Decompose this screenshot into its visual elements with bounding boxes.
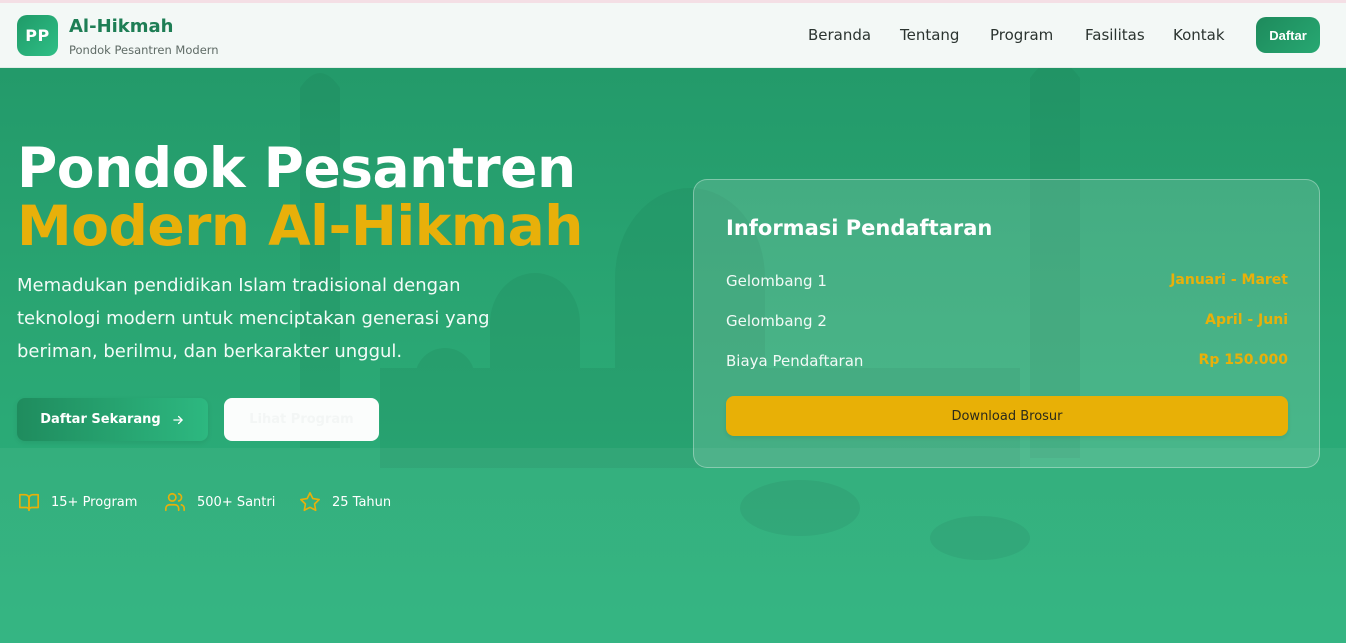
row-label: Biaya Pendaftaran <box>726 352 864 370</box>
row-label: Gelombang 1 <box>726 272 827 290</box>
users-icon <box>165 492 185 512</box>
view-program-button[interactable]: Lihat Program <box>224 398 379 441</box>
register-now-button[interactable]: Daftar Sekarang <box>17 398 208 441</box>
book-icon <box>19 493 39 512</box>
stat-students: 500+ Santri <box>163 491 275 513</box>
navbar: PP Al-Hikmah Pondok Pesantren Modern Ber… <box>0 3 1346 68</box>
stat-years-label: 25 Tahun <box>332 494 392 510</box>
arrow-right-icon <box>173 415 183 424</box>
registration-row-wave1: Gelombang 1 Januari - Maret <box>726 272 1288 294</box>
brand-name[interactable]: Al-Hikmah <box>69 16 174 37</box>
stat-years: 25 Tahun <box>298 491 391 513</box>
stat-programs: 15+ Program <box>17 491 137 513</box>
row-value: Januari - Maret <box>1170 272 1288 288</box>
register-now-label: Daftar Sekarang <box>40 412 161 427</box>
register-nav-button[interactable]: Daftar <box>1256 17 1320 53</box>
stat-programs-label: 15+ Program <box>51 494 138 510</box>
stat-students-label: 500+ Santri <box>197 494 276 510</box>
logo-badge[interactable]: PP <box>17 15 58 56</box>
hero-title-line1: Pondok Pesantren <box>17 136 576 200</box>
registration-row-wave2: Gelombang 2 April - Juni <box>726 312 1288 334</box>
registration-info-title: Informasi Pendaftaran <box>726 216 993 240</box>
hero-title-line2: Modern Al-Hikmah <box>17 194 583 258</box>
nav-link-fasilitas[interactable]: Fasilitas <box>1085 26 1145 44</box>
nav-link-tentang[interactable]: Tentang <box>900 26 959 44</box>
nav-link-beranda[interactable]: Beranda <box>808 26 871 44</box>
download-brochure-button[interactable]: Download Brosur <box>726 396 1288 436</box>
nav-link-program[interactable]: Program <box>990 26 1053 44</box>
row-label: Gelombang 2 <box>726 312 827 330</box>
registration-info-card: Informasi Pendaftaran Gelombang 1 Januar… <box>693 179 1320 468</box>
nav-link-kontak[interactable]: Kontak <box>1173 26 1225 44</box>
brand-tagline: Pondok Pesantren Modern <box>69 43 219 57</box>
star-icon <box>300 492 320 512</box>
registration-row-fee: Biaya Pendaftaran Rp 150.000 <box>726 352 1288 374</box>
hero-section: Pondok Pesantren Modern Al-Hikmah Memadu… <box>0 68 1346 643</box>
row-value: Rp 150.000 <box>1198 352 1288 368</box>
row-value: April - Juni <box>1205 312 1288 328</box>
hero-description: Memadukan pendidikan Islam tradisional d… <box>17 275 490 362</box>
